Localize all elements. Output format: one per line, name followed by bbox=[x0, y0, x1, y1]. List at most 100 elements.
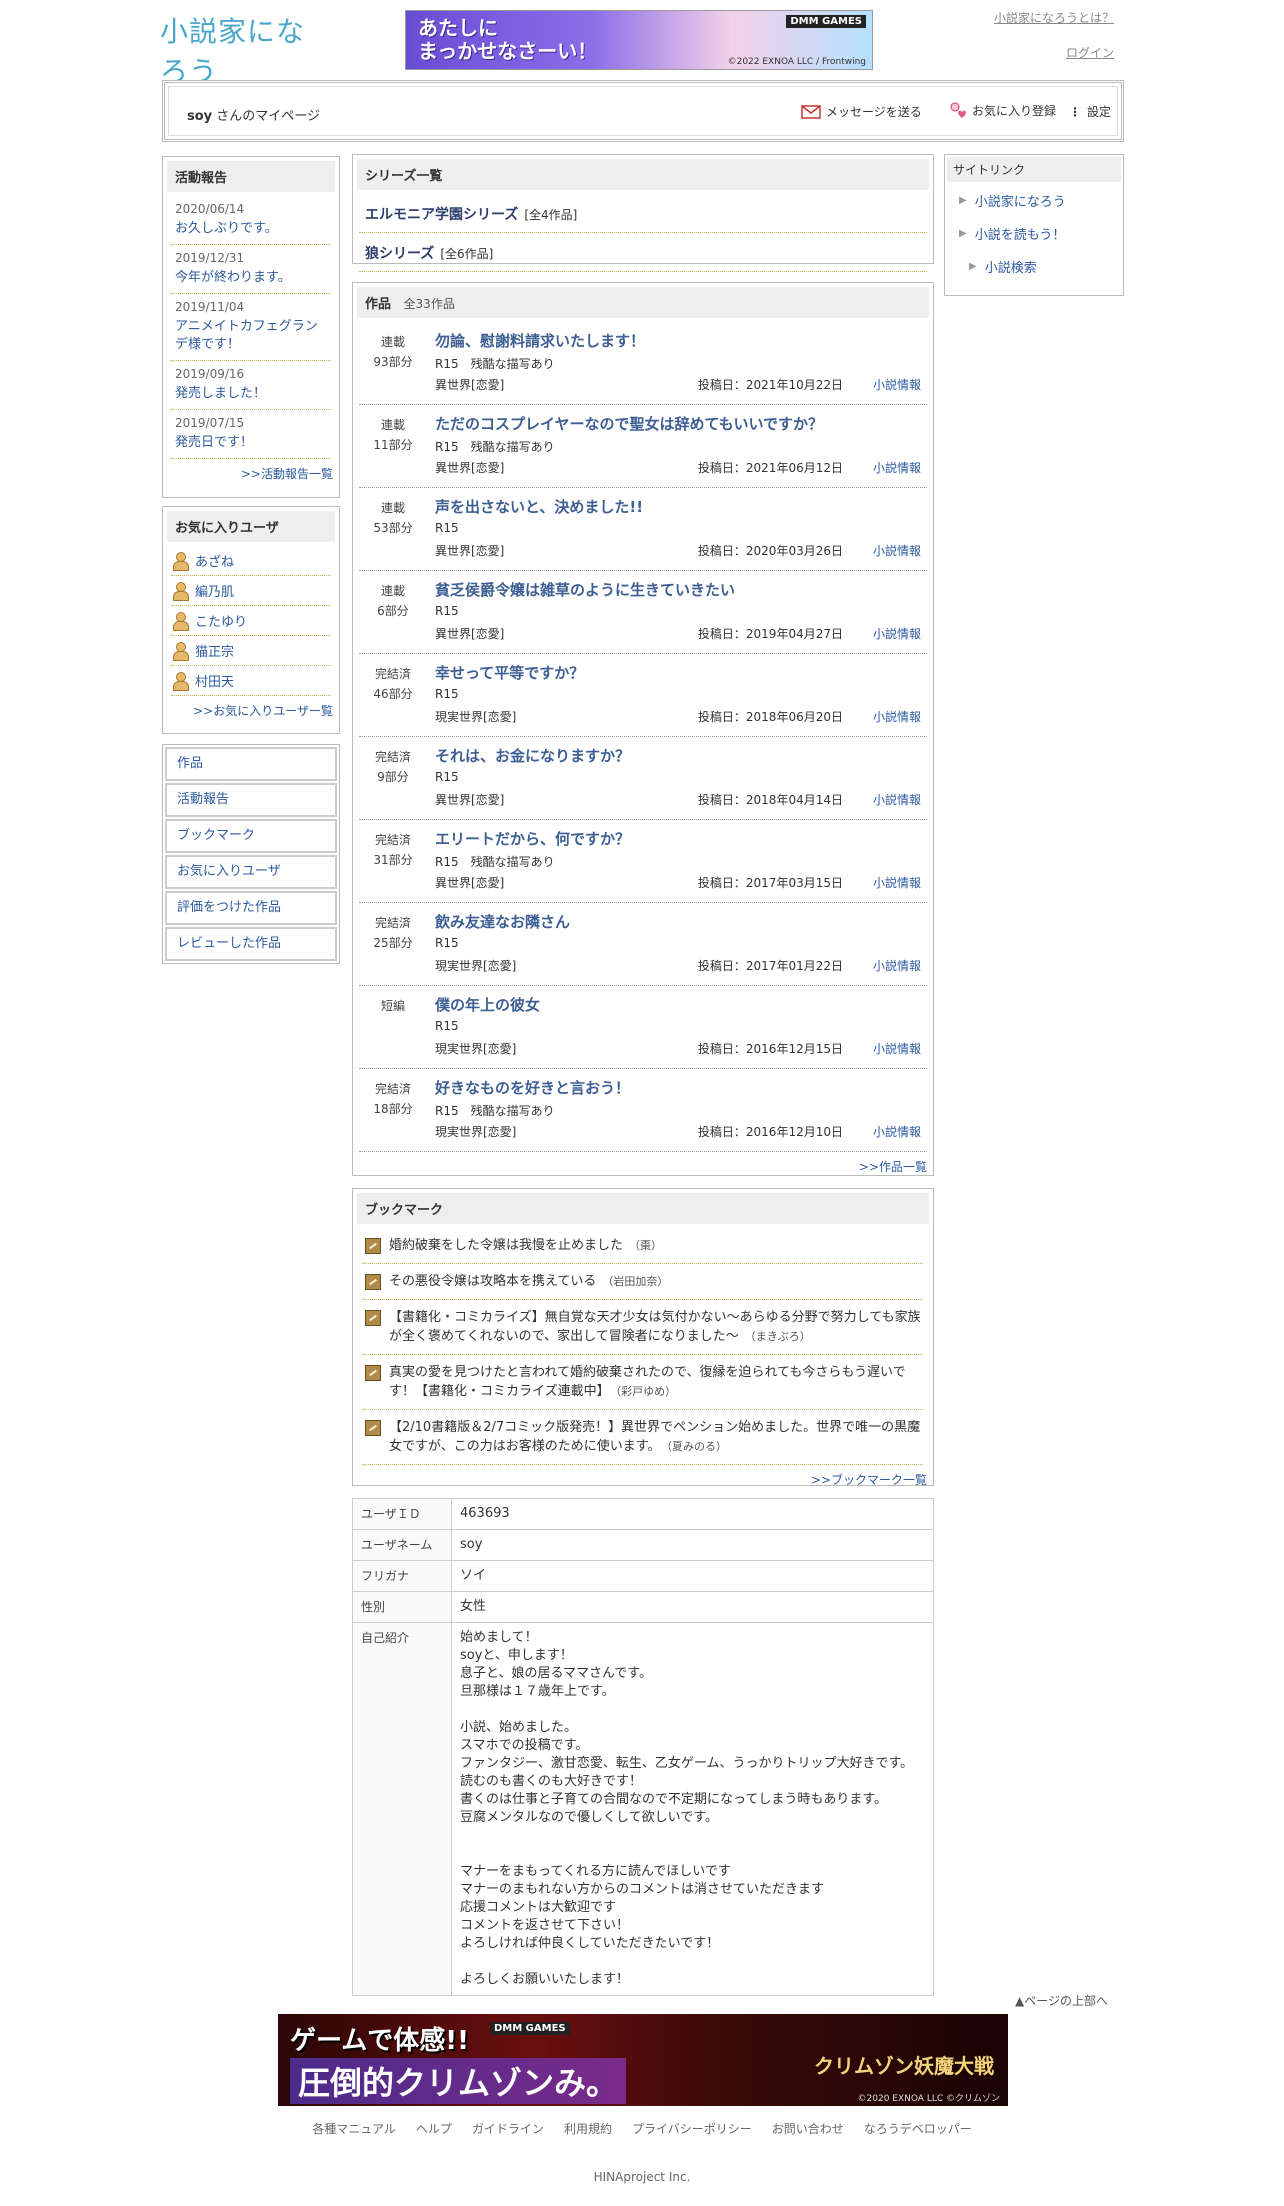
series-item: 狼シリーズ [全6作品] bbox=[359, 233, 927, 272]
activity-title-link[interactable]: 発売しました！ bbox=[175, 385, 327, 403]
work-info-link[interactable]: 小説情報 bbox=[873, 957, 921, 974]
series-item: エルモニア学園シリーズ [全4作品] bbox=[359, 194, 927, 233]
activity-title-link[interactable]: 発売日です！ bbox=[175, 434, 327, 452]
work-info-link[interactable]: 小説情報 bbox=[873, 708, 921, 725]
work-info-link[interactable]: 小説情報 bbox=[873, 625, 921, 642]
bookmark-title-link[interactable]: 【書籍化・コミカライズ】無自覚な天才少女は気付かない～あらゆる分野で努力しても家… bbox=[389, 1310, 921, 1344]
favorite-register-button[interactable]: お気に入り登録 bbox=[947, 101, 1056, 119]
work-info-link[interactable]: 小説情報 bbox=[873, 1040, 921, 1057]
bookmarks-more-link[interactable]: >>ブックマーク一覧 bbox=[353, 1465, 933, 1494]
work-title-link[interactable]: 勿論、慰謝料請求いたします！ bbox=[435, 330, 645, 351]
footer-ad-banner[interactable]: ゲームで体感!! DMM GAMES 圧倒的クリムゾンみ。 クリムゾン妖魔大戦 … bbox=[278, 2014, 1008, 2106]
heart-user-icon bbox=[950, 102, 966, 118]
favorite-user-name: 編乃肌 bbox=[195, 585, 235, 600]
work-status: 連載 6部分 bbox=[359, 581, 427, 621]
header-ad-banner[interactable]: あたしに まっかせなさーい！ DMM GAMES ©2022 EXNOA LLC… bbox=[405, 10, 873, 70]
work-title-link[interactable]: 僕の年上の彼女 bbox=[435, 994, 540, 1015]
nav-item[interactable]: お気に入りユーザ bbox=[165, 855, 337, 889]
work-item: 短編 僕の年上の彼女 R15 現実世界[恋愛] 投稿日：2016年12月15日 小説情報 bbox=[359, 986, 927, 1069]
nav-item[interactable]: 活動報告 bbox=[165, 783, 337, 817]
activity-more-link[interactable]: >>活動報告一覧 bbox=[163, 459, 339, 488]
activity-title: 活動報告 bbox=[167, 161, 335, 192]
site-link-item[interactable]: ▶ 小説検索 bbox=[945, 250, 1123, 283]
favorite-user-name: あざね bbox=[195, 555, 235, 570]
footer-link[interactable]: 各種マニュアル bbox=[312, 2122, 396, 2136]
activity-date: 2019/07/15 bbox=[175, 416, 245, 430]
bookmark-title-link[interactable]: 婚約破棄をした令嬢は我慢を止めました bbox=[389, 1238, 623, 1253]
login-link[interactable]: ログイン bbox=[1066, 46, 1114, 60]
work-title-link[interactable]: エリートだから、何ですか？ bbox=[435, 828, 630, 849]
series-name-link[interactable]: 狼シリーズ bbox=[365, 246, 434, 262]
work-title-link[interactable]: 幸せって平等ですか？ bbox=[435, 662, 584, 683]
work-title-link[interactable]: 好きなものを好きと言おう！ bbox=[435, 1077, 630, 1098]
user-icon bbox=[173, 551, 189, 571]
footer-link[interactable]: お問い合わせ bbox=[772, 2122, 844, 2136]
book-icon bbox=[365, 1238, 381, 1254]
work-title-link[interactable]: それは、お金になりますか？ bbox=[435, 745, 630, 766]
work-info-link[interactable]: 小説情報 bbox=[873, 791, 921, 808]
work-status: 完結済 31部分 bbox=[359, 830, 427, 870]
work-parts: 93部分 bbox=[373, 355, 413, 369]
book-icon bbox=[365, 1365, 381, 1381]
work-genre: 現実世界[恋愛] bbox=[435, 710, 517, 724]
site-logo[interactable]: 小説家になろう bbox=[160, 10, 330, 88]
footer-link[interactable]: ヘルプ bbox=[416, 2122, 452, 2136]
login-link-wrap: ログイン bbox=[1066, 44, 1114, 61]
site-link-item[interactable]: ▶ 小説家になろう bbox=[945, 184, 1123, 217]
favorite-user-item[interactable]: あざね bbox=[171, 546, 331, 576]
footer-link[interactable]: ガイドライン bbox=[472, 2122, 544, 2136]
book-icon bbox=[365, 1310, 381, 1326]
site-link-label: 小説を読もう！ bbox=[974, 228, 1066, 243]
footer-link[interactable]: なろうデベロッパー bbox=[864, 2122, 972, 2136]
profile-label: 自己紹介 bbox=[352, 1622, 452, 1996]
work-title-link[interactable]: ただのコスプレイヤーなので聖女は辞めてもいいですか？ bbox=[435, 413, 823, 434]
work-item: 連載 93部分 勿論、慰謝料請求いたします！ R15 残酷な描写あり 異世界[恋愛] 投稿… bbox=[359, 322, 927, 405]
work-info-link[interactable]: 小説情報 bbox=[873, 542, 921, 559]
activity-title-link[interactable]: お久しぶりです。 bbox=[175, 220, 327, 238]
favorite-user-item[interactable]: こたゆり bbox=[171, 606, 331, 636]
footer-link[interactable]: 利用規約 bbox=[564, 2122, 612, 2136]
footer-company: HINAproject Inc. bbox=[593, 2170, 691, 2184]
favorite-user-item[interactable]: 猫正宗 bbox=[171, 636, 331, 666]
profile-row: 性別 女性 bbox=[352, 1591, 934, 1623]
footer-link[interactable]: プライバシーポリシー bbox=[632, 2122, 752, 2136]
site-link-item[interactable]: ▶ 小説を読もう！ bbox=[945, 217, 1123, 250]
settings-button[interactable]: ⋮ 設定 bbox=[1069, 103, 1111, 120]
bookmark-title-link[interactable]: 【2/10書籍版＆2/7コミック版発売！】異世界でペンション始めました。世界で唯… bbox=[389, 1420, 920, 1454]
work-item: 完結済 31部分 エリートだから、何ですか？ R15 残酷な描写あり 異世界[恋愛] 投稿… bbox=[359, 820, 927, 903]
nav-item[interactable]: ブックマーク bbox=[165, 819, 337, 853]
favorites-more-link[interactable]: >>お気に入りユーザー覧 bbox=[163, 696, 339, 725]
profile-value: 始めまして！ soyと、申します！ 息子と、娘の居るママさんです。 旦那様は１７… bbox=[451, 1622, 934, 1996]
work-parts: 25部分 bbox=[373, 936, 413, 950]
work-title-link[interactable]: 声を出さないと、決めました!! bbox=[435, 496, 643, 517]
works-header: 作品 全33作品 bbox=[357, 287, 929, 318]
work-title-link[interactable]: 貧乏侯爵令嬢は雑草のように生きていきたい bbox=[435, 579, 735, 600]
about-link[interactable]: 小説家になろうとは？ bbox=[994, 11, 1114, 25]
work-info-link[interactable]: 小説情報 bbox=[873, 459, 921, 476]
work-info-link[interactable]: 小説情報 bbox=[873, 376, 921, 393]
page-top-link[interactable]: ▲ページの上部へ bbox=[1015, 1992, 1108, 2009]
activity-title-link[interactable]: 今年が終わります。 bbox=[175, 269, 327, 287]
profile-row: フリガナ ソイ bbox=[352, 1560, 934, 1592]
favorite-user-item[interactable]: 村田天 bbox=[171, 666, 331, 696]
triangle-right-icon: ▶ bbox=[959, 195, 967, 206]
nav-item[interactable]: 評価をつけた作品 bbox=[165, 891, 337, 925]
favorite-user-name: 村田天 bbox=[195, 675, 235, 690]
work-title-link[interactable]: 飲み友達なお隣さん bbox=[435, 911, 570, 932]
work-info-link[interactable]: 小説情報 bbox=[873, 1123, 921, 1140]
nav-item[interactable]: レビューした作品 bbox=[165, 927, 337, 961]
series-count: [全4作品] bbox=[524, 208, 578, 222]
work-info-link[interactable]: 小説情報 bbox=[873, 874, 921, 891]
favorite-user-item[interactable]: 編乃肌 bbox=[171, 576, 331, 606]
bookmark-title-link[interactable]: その悪役令嬢は攻略本を携えている bbox=[389, 1274, 596, 1289]
nav-item[interactable]: 作品 bbox=[165, 747, 337, 781]
user-name: soy bbox=[187, 109, 213, 124]
activity-title-link[interactable]: アニメイトカフェグランデ様です！ bbox=[175, 318, 327, 354]
send-message-button[interactable]: メッセージを送る bbox=[801, 103, 922, 120]
site-logo-text: 小説家になろう bbox=[160, 15, 306, 88]
series-name-link[interactable]: エルモニア学園シリーズ bbox=[365, 207, 518, 223]
site-links-title: サイトリンク bbox=[947, 157, 1121, 182]
works-more-link[interactable]: >>作品一覧 bbox=[353, 1152, 933, 1181]
works-list: 連載 93部分 勿論、慰謝料請求いたします！ R15 残酷な描写あり 異世界[恋愛] 投稿… bbox=[353, 322, 933, 1152]
work-parts: 31部分 bbox=[373, 853, 413, 867]
